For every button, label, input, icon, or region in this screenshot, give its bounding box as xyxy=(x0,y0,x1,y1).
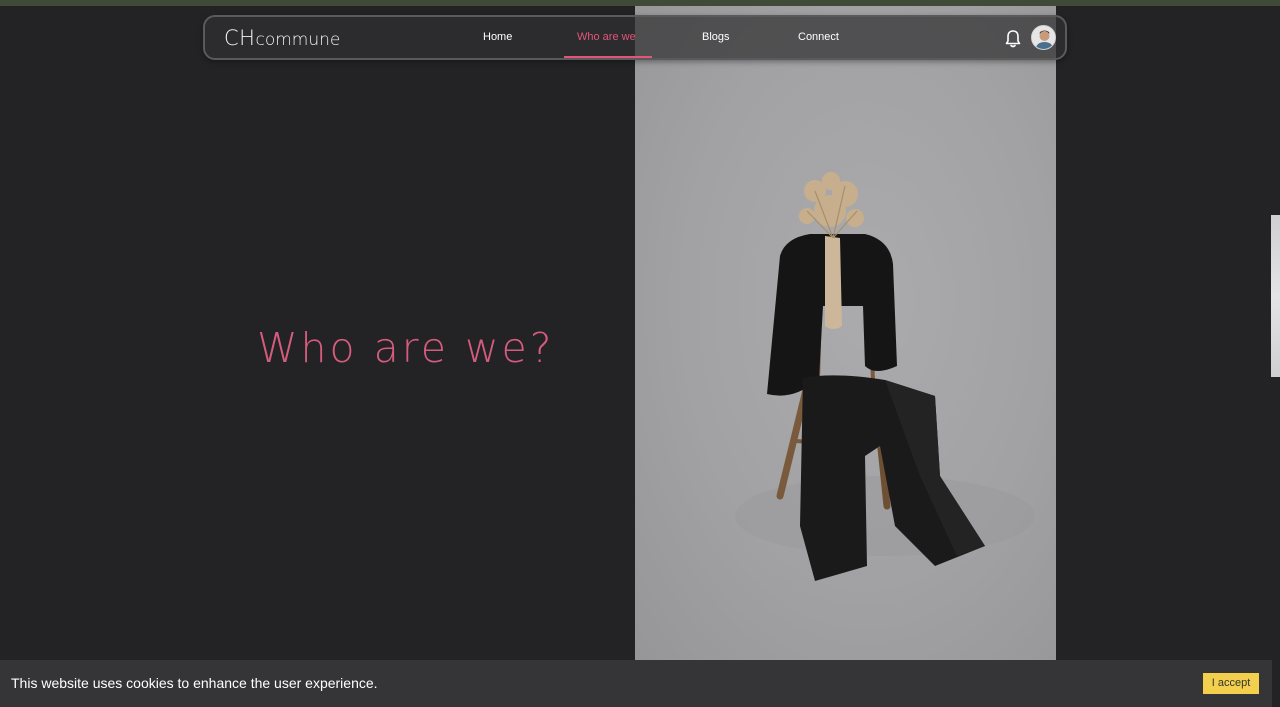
chair-photo-illustration xyxy=(735,172,1035,581)
page-title: Who are we? xyxy=(257,324,555,372)
avatar-icon xyxy=(1032,26,1055,49)
logo-big: CH xyxy=(224,26,256,50)
cookie-banner: This website uses cookies to enhance the… xyxy=(0,660,1272,707)
cookie-message: This website uses cookies to enhance the… xyxy=(11,675,378,691)
bell-icon[interactable] xyxy=(1004,29,1022,49)
active-nav-underline xyxy=(564,56,652,58)
nav-item-blogs[interactable]: Blogs xyxy=(702,31,730,47)
navbar: CHcommune Home Who are we Blogs Connect xyxy=(203,15,1067,60)
nav-item-who-are-we[interactable]: Who are we xyxy=(577,31,636,47)
user-avatar[interactable] xyxy=(1031,25,1056,50)
nav-item-connect[interactable]: Connect xyxy=(798,31,839,47)
edge-image-sliver xyxy=(1271,215,1280,377)
accept-cookies-button[interactable]: I accept xyxy=(1203,673,1259,694)
nav-item-home[interactable]: Home xyxy=(483,31,512,47)
hero-image xyxy=(635,6,1056,660)
site-logo[interactable]: CHcommune xyxy=(224,26,340,52)
logo-small: commune xyxy=(255,30,341,50)
